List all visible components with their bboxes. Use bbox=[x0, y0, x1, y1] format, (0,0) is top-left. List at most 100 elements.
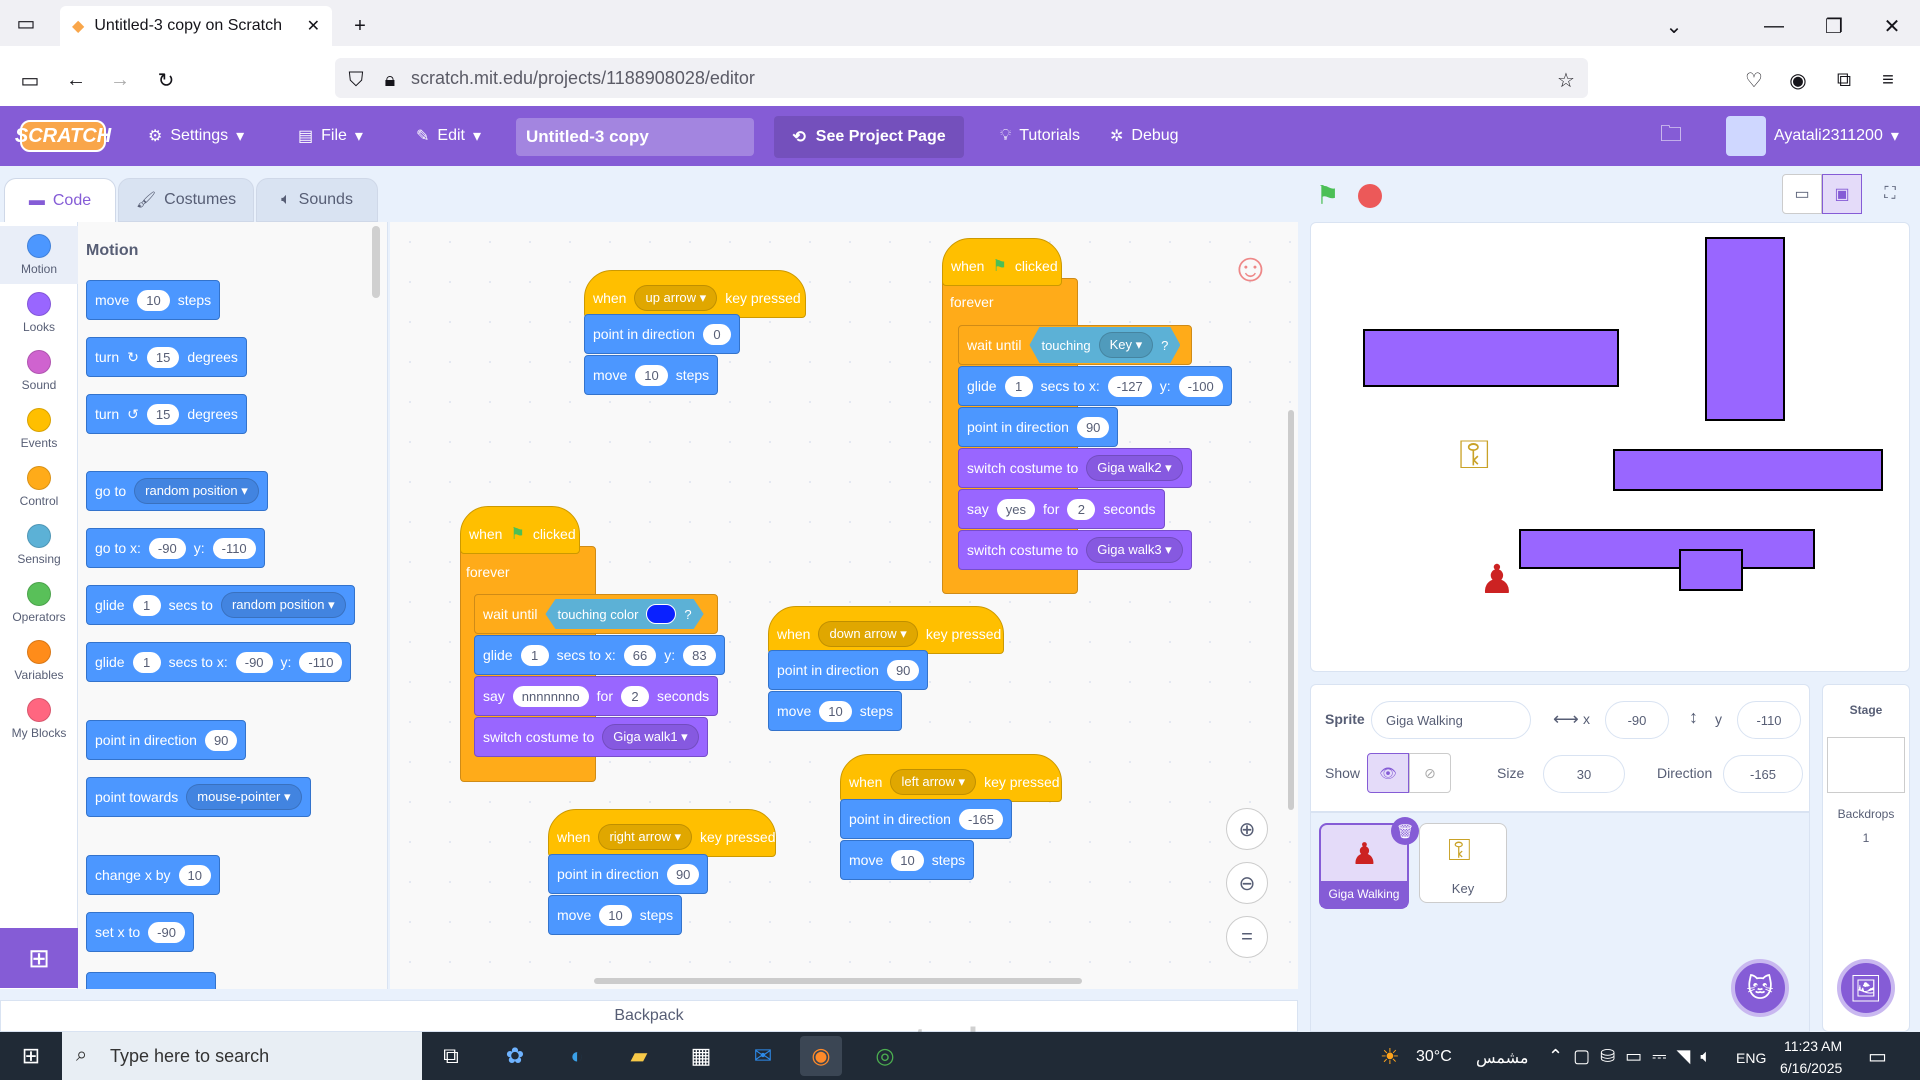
workspace-v-scrollbar[interactable] bbox=[1288, 410, 1294, 810]
extensions-icon[interactable]: ⧉ bbox=[1826, 62, 1862, 98]
size-input[interactable]: 30 bbox=[1543, 755, 1625, 793]
change-x-input[interactable]: 10 bbox=[178, 864, 211, 886]
turn-input[interactable]: 15 bbox=[146, 403, 180, 425]
sprite-tile-key[interactable]: ⚿ Key bbox=[1419, 823, 1507, 903]
category-motion[interactable]: Motion bbox=[0, 226, 78, 284]
block-glide-xy[interactable]: glide 1 secs to x: 66 y: 83 bbox=[474, 635, 725, 675]
backpack[interactable]: Backpack bbox=[0, 1000, 1298, 1032]
tab-costumes[interactable]: 🖌︎ Costumes bbox=[118, 178, 254, 222]
y-input[interactable]: 83 bbox=[683, 644, 716, 666]
choose-backdrop-icon[interactable]: 🖼︎ bbox=[1837, 959, 1895, 1017]
language-indicator[interactable]: ENG bbox=[1736, 1050, 1766, 1066]
x-input[interactable]: -90 bbox=[148, 537, 186, 559]
close-tab-icon[interactable]: ✕ bbox=[307, 16, 320, 36]
y-input[interactable]: -110 bbox=[299, 651, 343, 673]
move-steps-input[interactable]: 10 bbox=[137, 289, 170, 311]
hat-when-flag-clicked[interactable]: when ⚑ clicked bbox=[460, 506, 580, 554]
windows-start-icon[interactable]: ⊞ bbox=[10, 1036, 52, 1076]
x-input[interactable]: -90 bbox=[1605, 701, 1669, 739]
block-switch-costume[interactable]: switch costume to Giga walk3 ▾ bbox=[958, 530, 1192, 570]
message-input[interactable]: yes bbox=[996, 498, 1036, 520]
zoom-in-icon[interactable]: ⊕ bbox=[1226, 808, 1268, 850]
category-operators[interactable]: Operators bbox=[0, 574, 78, 632]
fullscreen-icon[interactable]: ⛶ bbox=[1870, 174, 1910, 214]
costume-dropdown[interactable]: Giga walk3 ▾ bbox=[1086, 537, 1183, 563]
category-sound[interactable]: Sound bbox=[0, 342, 78, 400]
turn-input[interactable]: 15 bbox=[146, 346, 180, 368]
choose-sprite-icon[interactable]: 🐱︎ bbox=[1731, 959, 1789, 1017]
zoom-reset-icon[interactable]: = bbox=[1226, 916, 1268, 958]
direction-input[interactable]: 90 bbox=[1076, 416, 1110, 438]
block-turn-right[interactable]: turn ↻ 15 degrees bbox=[86, 337, 247, 377]
hat-when-flag-clicked[interactable]: when ⚑ clicked bbox=[942, 238, 1062, 286]
steps-input[interactable]: 10 bbox=[599, 904, 632, 926]
costume-dropdown[interactable]: Giga walk2 ▾ bbox=[1086, 455, 1183, 481]
close-window-icon[interactable]: ✕ bbox=[1874, 8, 1910, 44]
menu-icon[interactable]: ≡ bbox=[1870, 62, 1906, 98]
block-wait-until[interactable]: wait until touching Key ▾? bbox=[958, 325, 1192, 365]
block-point-towards[interactable]: point towards mouse-pointer ▾ bbox=[86, 777, 311, 817]
see-project-page-button[interactable]: ⟲ See Project Page bbox=[774, 116, 964, 158]
block-point-direction[interactable]: point in direction 0 bbox=[584, 314, 740, 354]
settings-menu[interactable]: ⚙ Settings ▾ bbox=[148, 106, 244, 166]
small-stage-icon[interactable]: ▭ bbox=[1782, 174, 1822, 214]
block-point-direction[interactable]: point in direction 90 bbox=[958, 407, 1119, 447]
glide-dropdown[interactable]: random position ▾ bbox=[220, 592, 346, 618]
sidebar-icon[interactable]: ▭ bbox=[12, 62, 48, 98]
block-move[interactable]: move 10 steps bbox=[584, 355, 719, 395]
goto-dropdown[interactable]: random position ▾ bbox=[134, 478, 259, 504]
block-glide-random[interactable]: glide 1 secs to random position ▾ bbox=[86, 585, 355, 625]
notifications-icon[interactable]: ▭ bbox=[1868, 1044, 1887, 1069]
green-flag-icon[interactable]: ⚑ bbox=[1316, 180, 1339, 211]
color-swatch[interactable] bbox=[646, 604, 676, 624]
stage-canvas[interactable]: ⚿ ♟ bbox=[1310, 222, 1910, 672]
clock-time[interactable]: 11:23 AM bbox=[1784, 1038, 1842, 1054]
file-explorer-icon[interactable]: ▰ bbox=[618, 1036, 660, 1076]
tutorials-button[interactable]: 💡︎ Tutorials bbox=[1000, 106, 1080, 166]
block-wait-until[interactable]: wait until touching color? bbox=[474, 594, 718, 634]
forward-icon[interactable]: → bbox=[102, 62, 138, 98]
bookmark-star-icon[interactable]: ☆ bbox=[1548, 62, 1584, 98]
reload-icon[interactable]: ↻ bbox=[148, 62, 184, 98]
secs-input[interactable]: 1 bbox=[132, 594, 161, 616]
direction-input[interactable]: 90 bbox=[886, 659, 920, 681]
tab-list-icon[interactable]: ▭ bbox=[8, 5, 44, 41]
scratch-logo[interactable]: SCRATCH bbox=[15, 120, 111, 152]
zoom-out-icon[interactable]: ⊖ bbox=[1226, 862, 1268, 904]
edit-menu[interactable]: ✎ Edit ▾ bbox=[416, 106, 481, 166]
restore-icon[interactable]: ❐ bbox=[1816, 8, 1852, 44]
palette-scrollbar[interactable] bbox=[372, 226, 380, 298]
category-events[interactable]: Events bbox=[0, 400, 78, 458]
url-bar[interactable]: scratch.mit.edu/projects/1188908028/edit… bbox=[335, 58, 1588, 98]
pocket-icon[interactable]: ♡ bbox=[1736, 62, 1772, 98]
taskbar-search[interactable]: ⌕ Type here to search bbox=[62, 1032, 422, 1080]
category-my-blocks[interactable]: My Blocks bbox=[0, 690, 78, 748]
category-looks[interactable]: Looks bbox=[0, 284, 78, 342]
tab-code[interactable]: ▬ Code bbox=[4, 178, 116, 222]
my-stuff-folder-icon[interactable]: 🗀 bbox=[1660, 106, 1682, 166]
block-point-direction[interactable]: point in direction 90 bbox=[86, 720, 247, 760]
block-turn-left[interactable]: turn ↺ 15 degrees bbox=[86, 394, 247, 434]
debug-button[interactable]: ✲ Debug bbox=[1110, 106, 1179, 166]
set-x-input[interactable]: -90 bbox=[148, 921, 185, 943]
secs-input[interactable]: 2 bbox=[620, 685, 649, 707]
direction-input[interactable]: 90 bbox=[666, 863, 700, 885]
touching-color-sensor[interactable]: touching color? bbox=[545, 599, 703, 629]
block-move[interactable]: move 10 steps bbox=[840, 840, 975, 880]
back-icon[interactable]: ← bbox=[58, 62, 94, 98]
direction-input[interactable]: -165 bbox=[958, 808, 1003, 830]
block-point-direction[interactable]: point in direction 90 bbox=[548, 854, 709, 894]
direction-input[interactable]: 90 bbox=[204, 729, 238, 751]
block-go-to[interactable]: go to random position ▾ bbox=[86, 471, 268, 511]
message-input[interactable]: nnnnnnno bbox=[512, 685, 589, 707]
key-dropdown[interactable]: down arrow ▾ bbox=[818, 621, 918, 647]
hat-when-key-pressed[interactable]: when down arrow ▾ key pressed bbox=[768, 606, 1004, 654]
show-eye-icon[interactable]: 👁︎ bbox=[1367, 753, 1409, 793]
system-tray-icons[interactable]: ⌃▢⛁▭⎓◥🔈︎ bbox=[1548, 1046, 1721, 1067]
block-switch-costume[interactable]: switch costume to Giga walk2 ▾ bbox=[958, 448, 1192, 488]
sprite-name-input[interactable]: Giga Walking bbox=[1371, 701, 1531, 739]
browser-tab[interactable]: ◆ Untitled-3 copy on Scratch ✕ bbox=[60, 6, 332, 46]
secs-input[interactable]: 1 bbox=[1004, 375, 1033, 397]
y-input[interactable]: -110 bbox=[1737, 701, 1801, 739]
costume-dropdown[interactable]: Giga walk1 ▾ bbox=[602, 724, 699, 750]
